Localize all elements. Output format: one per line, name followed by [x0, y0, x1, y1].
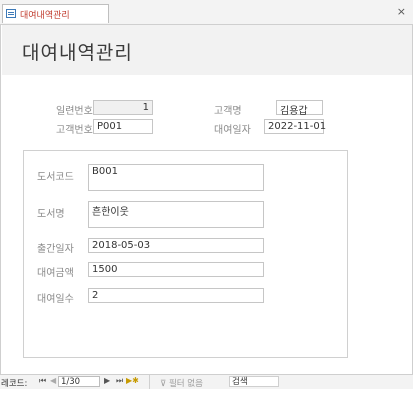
serial-field[interactable]: 1	[93, 100, 153, 115]
first-record-icon[interactable]: ⏮	[39, 376, 46, 386]
book-code-field[interactable]: B001	[88, 164, 264, 191]
customer-name-field[interactable]: 김용갑	[276, 100, 323, 117]
filter-icon: ⊽	[160, 379, 167, 389]
rent-price-field[interactable]: 1500	[88, 262, 264, 277]
record-label: 레코드:	[1, 379, 28, 389]
close-icon[interactable]: ×	[397, 6, 406, 17]
nav-divider	[149, 375, 150, 389]
tab-label: 대여내역관리	[20, 11, 70, 21]
tab-rental-management[interactable]: 대여내역관리	[2, 4, 109, 23]
book-name-label: 도서명	[37, 209, 65, 220]
rent-days-label: 대여일수	[37, 294, 74, 305]
form-header: 대여내역관리	[2, 25, 412, 75]
next-record-icon[interactable]: ▶	[104, 376, 110, 385]
form-icon	[6, 9, 16, 18]
customer-no-field[interactable]: P001	[93, 119, 153, 134]
last-record-icon[interactable]: ⏭	[116, 376, 123, 386]
filter-status[interactable]: ⊽ 필터 없음	[160, 377, 203, 389]
new-record-icon[interactable]: ▶✱	[126, 376, 139, 385]
book-name-field[interactable]: 흔한이웃	[88, 201, 264, 228]
rent-date-field[interactable]: 2022-11-01	[264, 119, 326, 134]
page-title: 대여내역관리	[22, 42, 133, 64]
customer-name-label: 고객명	[214, 106, 242, 117]
prev-record-icon[interactable]: ◀	[50, 376, 56, 385]
pub-date-label: 출간일자	[37, 244, 74, 255]
rent-days-field[interactable]: 2	[88, 288, 264, 303]
record-position-input[interactable]: 1/30	[58, 376, 100, 387]
rent-price-label: 대여금액	[37, 268, 74, 279]
rent-date-label: 대여일자	[214, 125, 251, 136]
record-navigation-bar: 레코드: ⏮ ◀ 1/30 ▶ ⏭ ▶✱ ⊽ 필터 없음 검색	[0, 374, 413, 389]
pub-date-field[interactable]: 2018-05-03	[88, 238, 264, 253]
customer-no-label: 고객번호	[56, 125, 93, 136]
serial-label: 일련번호	[56, 106, 93, 117]
book-code-label: 도서코드	[37, 172, 74, 183]
form-view: 대여내역관리 일련번호 1 고객명 김용갑 고객번호 P001 대여일자 202…	[0, 25, 413, 374]
status-area	[0, 389, 413, 401]
search-input[interactable]: 검색	[229, 376, 279, 387]
document-tab-bar: 대여내역관리 ×	[0, 0, 413, 25]
filter-label: 필터 없음	[168, 379, 203, 389]
